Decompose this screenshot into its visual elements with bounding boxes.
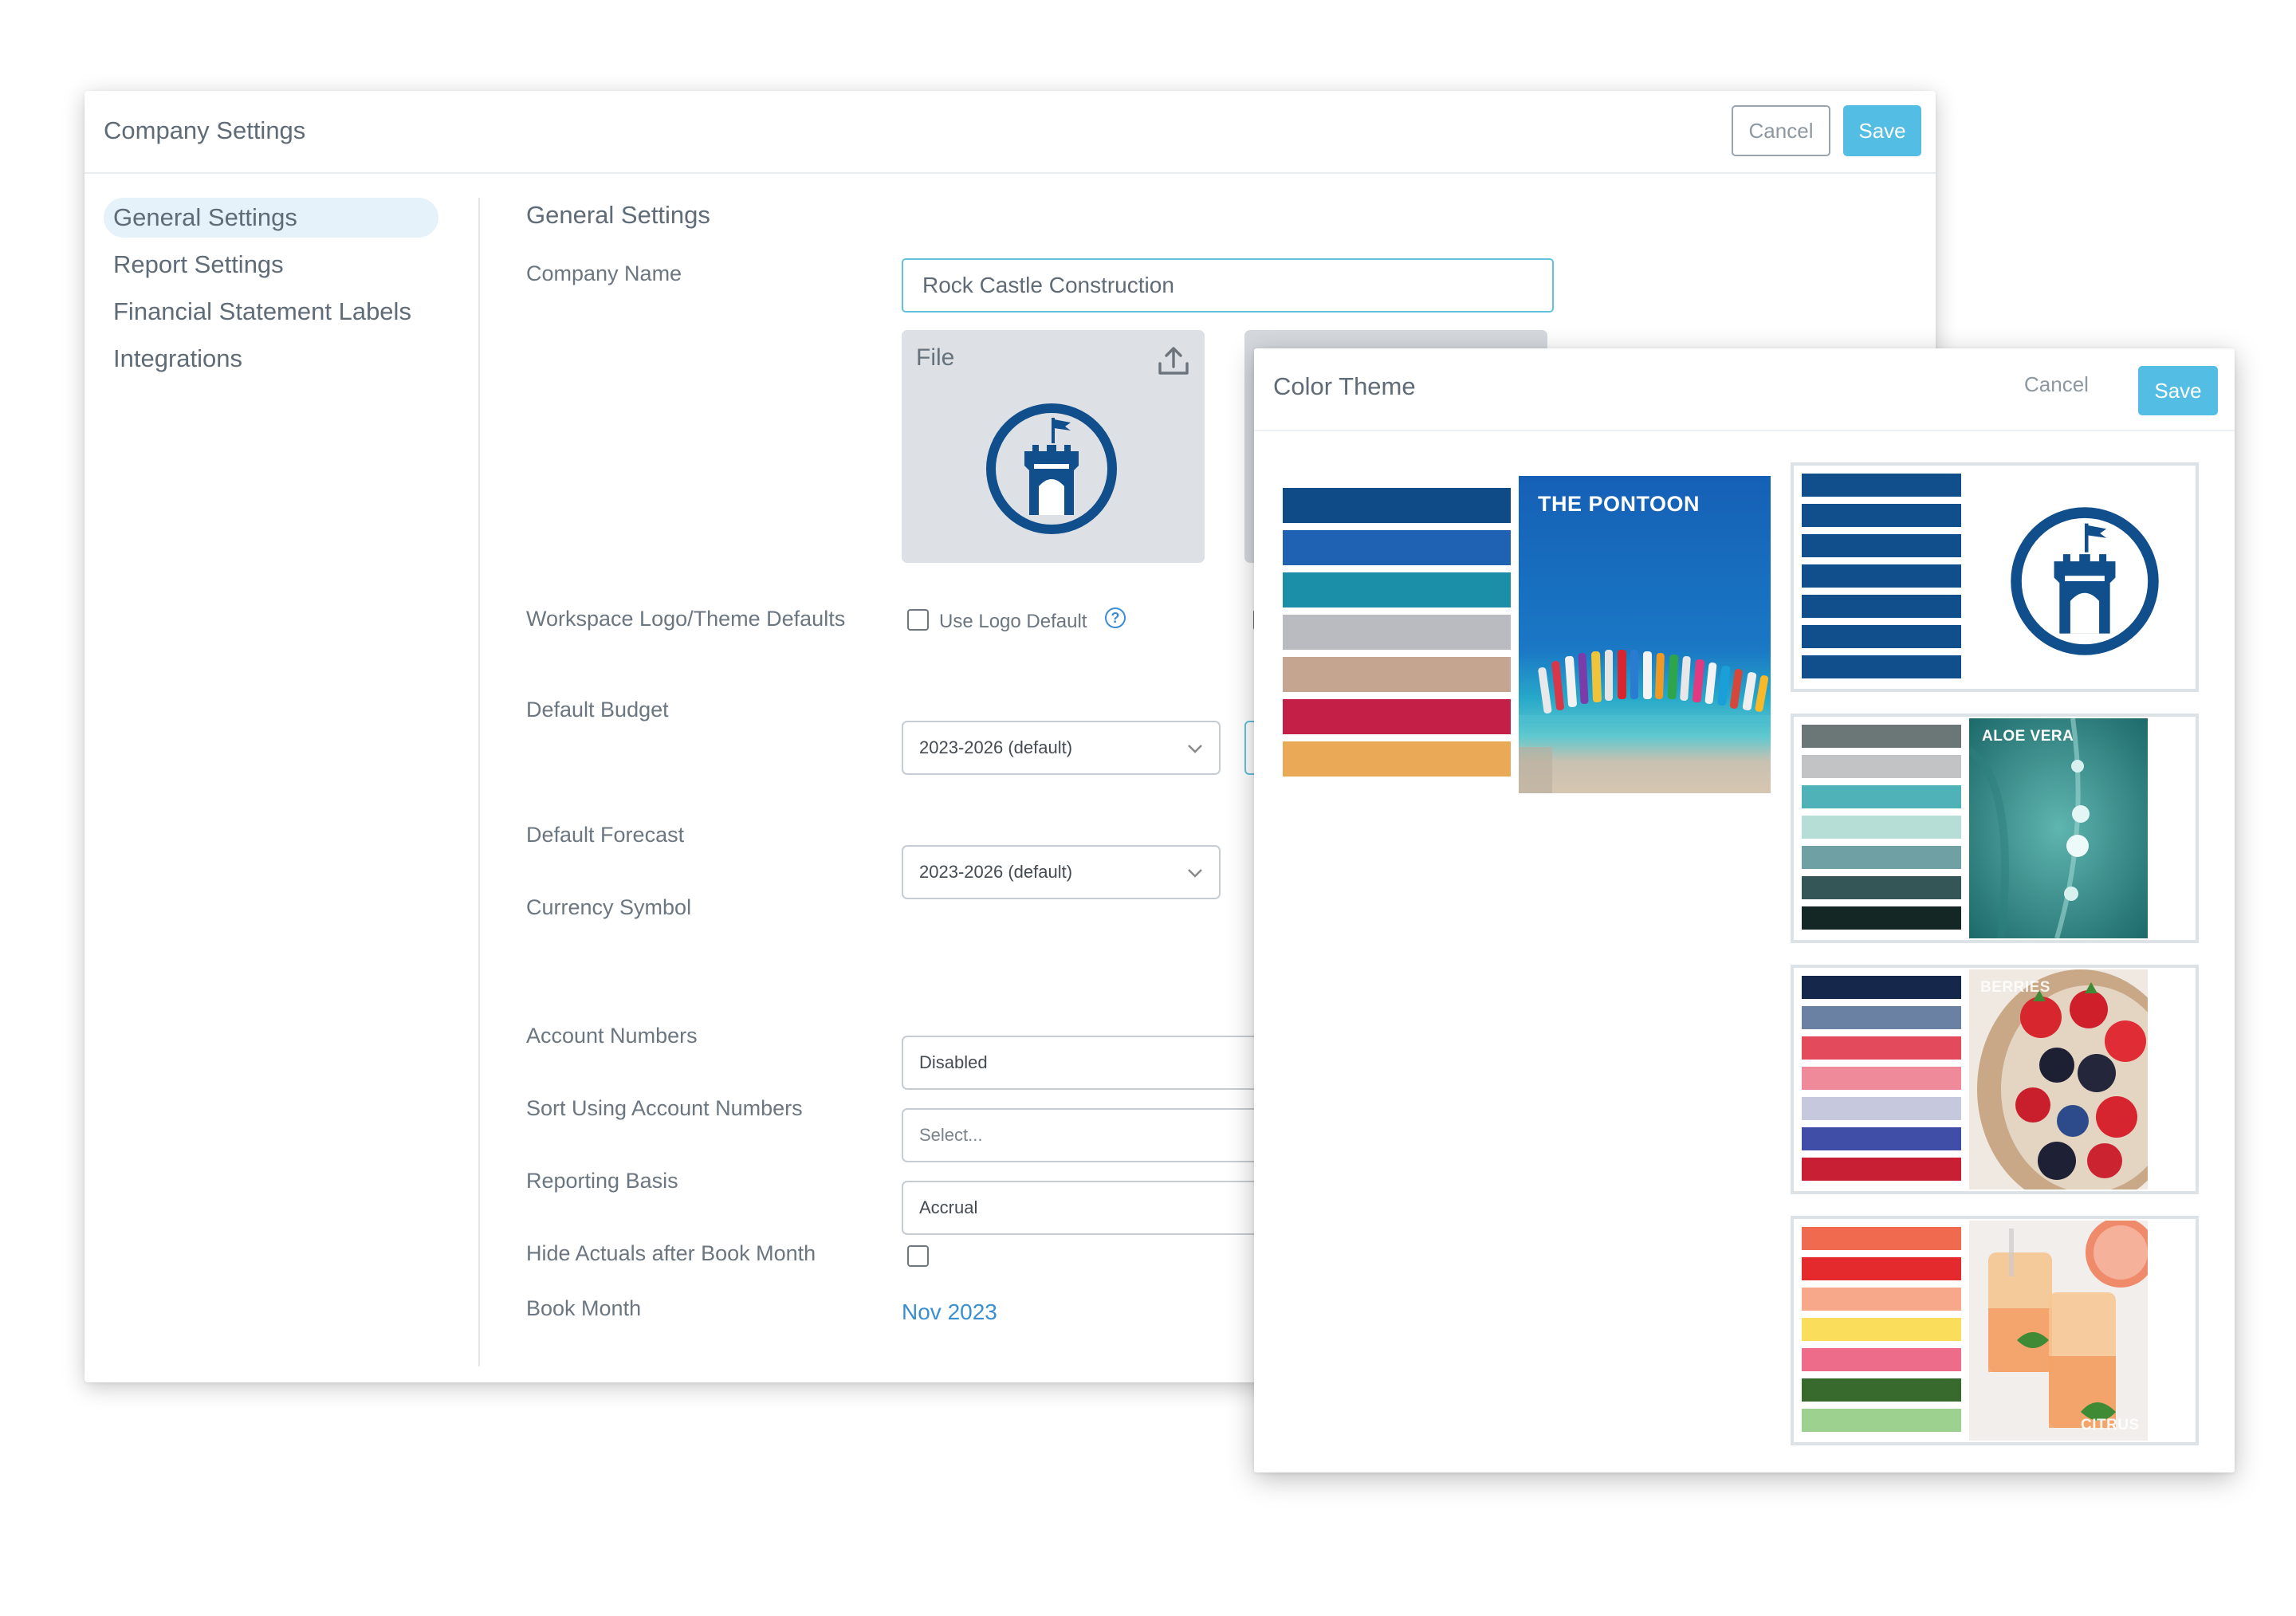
help-icon[interactable]: ? [1105, 607, 1126, 628]
palette-swatch[interactable] [1283, 741, 1511, 777]
theme-3-swatch [1802, 1158, 1961, 1181]
theme-4-swatch [1802, 1227, 1961, 1250]
palette-swatch[interactable] [1283, 699, 1511, 734]
default-forecast-value: 2023-2026 (default) [919, 862, 1073, 882]
selected-theme-image[interactable]: THE PONTOON [1519, 476, 1771, 793]
theme-1-swatch [1802, 504, 1961, 527]
theme-3-swatch [1802, 1097, 1961, 1120]
theme-2-swatch [1802, 876, 1961, 899]
hide-actuals-label: Hide Actuals after Book Month [526, 1241, 816, 1265]
card-stripes [1802, 976, 1961, 1181]
settings-sidebar: General Settings Report Settings Financi… [104, 198, 438, 386]
card-stripes [1802, 725, 1961, 930]
book-month-label: Book Month [526, 1296, 642, 1320]
castle-logo [2011, 507, 2159, 655]
cancel-button[interactable]: Cancel [1732, 105, 1830, 156]
currency-symbol-label: Currency Symbol [526, 895, 692, 919]
save-button[interactable]: Save [1843, 105, 1921, 156]
company-logo-castle [986, 403, 1117, 534]
theme-4-swatch [1802, 1348, 1961, 1371]
theme-card-berries[interactable]: BERRIES [1791, 965, 2199, 1194]
theme-3-swatch [1802, 1067, 1961, 1090]
theme-2-swatch [1802, 816, 1961, 839]
company-name-label: Company Name [526, 261, 682, 285]
theme-card-aloe-vera[interactable]: ALOE VERA [1791, 714, 2199, 943]
panel-title: Company Settings [104, 116, 306, 144]
chevron-down-icon [1188, 869, 1202, 878]
chevron-down-icon [1188, 745, 1202, 753]
theme-1-swatch [1802, 655, 1961, 678]
berries-label: BERRIES [1980, 979, 2050, 996]
palette-swatch[interactable] [1283, 615, 1511, 650]
theme-2-swatch [1802, 725, 1961, 748]
modal-header: Color Theme Cancel Save [1254, 348, 2235, 431]
vertical-divider [478, 198, 480, 1366]
use-logo-default-label: Use Logo Default [939, 611, 1087, 632]
book-month-link[interactable]: Nov 2023 [902, 1299, 997, 1325]
color-theme-modal: Color Theme Cancel Save THE PONTOON ALOE… [1254, 348, 2235, 1472]
theme-2-swatch [1802, 785, 1961, 808]
modal-title: Color Theme [1273, 372, 1416, 400]
theme-1-swatch [1802, 474, 1961, 497]
theme-2-swatch [1802, 906, 1961, 930]
upload-icon[interactable] [1155, 343, 1192, 379]
sidebar-item-report-settings[interactable]: Report Settings [104, 245, 438, 285]
citrus-photo: CITRUS [1969, 1221, 2148, 1441]
selected-palette [1283, 488, 1511, 780]
theme-2-swatch [1802, 755, 1961, 778]
palette-swatch[interactable] [1283, 657, 1511, 692]
theme-1-swatch [1802, 595, 1961, 618]
default-budget-value: 2023-2026 (default) [919, 737, 1073, 757]
palette-swatch[interactable] [1283, 488, 1511, 523]
pontoon-label: THE PONTOON [1538, 492, 1700, 516]
workspace-logo-label: Workspace Logo/Theme Defaults [526, 607, 846, 631]
logo-upload-box[interactable]: File [902, 330, 1205, 563]
theme-4-swatch [1802, 1378, 1961, 1402]
berries-photo: BERRIES [1969, 969, 2148, 1189]
sidebar-item-financial-statement-labels[interactable]: Financial Statement Labels [104, 292, 438, 332]
default-forecast-label: Default Forecast [526, 823, 685, 847]
theme-1-swatch [1802, 534, 1961, 557]
theme-1-swatch [1802, 564, 1961, 588]
sidebar-item-general-settings[interactable]: General Settings [104, 198, 438, 238]
theme-4-swatch [1802, 1288, 1961, 1311]
aloe-vera-label: ALOE VERA [1982, 728, 2074, 745]
card-stripes [1802, 1227, 1961, 1432]
sidebar-item-integrations[interactable]: Integrations [104, 339, 438, 379]
company-name-input[interactable]: Rock Castle Construction [902, 258, 1554, 313]
hide-actuals-checkbox[interactable] [907, 1245, 929, 1267]
theme-3-swatch [1802, 1036, 1961, 1060]
default-forecast-select[interactable]: 2023-2026 (default) [902, 845, 1221, 899]
theme-2-swatch [1802, 846, 1961, 869]
aloe-photo: ALOE VERA [1969, 718, 2148, 938]
theme-3-swatch [1802, 976, 1961, 999]
theme-3-swatch [1802, 1127, 1961, 1150]
pontoon-photo [1519, 476, 1771, 793]
modal-cancel-button[interactable]: Cancel [2024, 372, 2089, 397]
use-logo-default-checkbox[interactable] [907, 609, 929, 631]
theme-4-swatch [1802, 1318, 1961, 1341]
palette-swatch[interactable] [1283, 530, 1511, 565]
theme-3-swatch [1802, 1006, 1961, 1029]
default-budget-label: Default Budget [526, 698, 669, 721]
theme-1-swatch [1802, 625, 1961, 648]
default-budget-select[interactable]: 2023-2026 (default) [902, 721, 1221, 775]
theme-4-swatch [1802, 1257, 1961, 1280]
modal-save-button[interactable]: Save [2138, 366, 2218, 415]
theme-4-swatch [1802, 1409, 1961, 1432]
reporting-basis-label: Reporting Basis [526, 1169, 678, 1193]
sort-account-numbers-label: Sort Using Account Numbers [526, 1096, 803, 1120]
section-title: General Settings [526, 201, 710, 229]
palette-swatch[interactable] [1283, 572, 1511, 607]
file-label: File [916, 344, 955, 371]
citrus-label: CITRUS [2081, 1417, 2140, 1433]
theme-card-citrus[interactable]: CITRUS [1791, 1216, 2199, 1445]
account-numbers-label: Account Numbers [526, 1024, 698, 1048]
stage: Company Settings Cancel Save General Set… [0, 0, 2296, 1616]
panel-header: Company Settings Cancel Save [85, 91, 1936, 174]
theme-card-castle[interactable] [1791, 462, 2199, 692]
card-stripes [1802, 474, 1961, 678]
